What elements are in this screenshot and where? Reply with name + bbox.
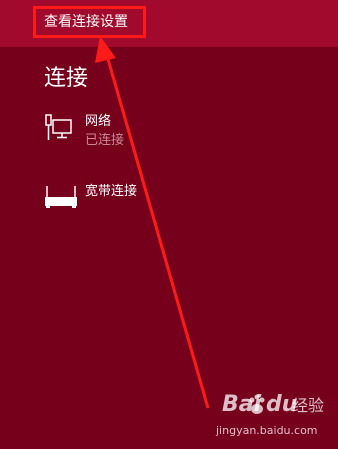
watermark-product: 经验	[292, 396, 325, 415]
watermark-url: jingyan.baidu.com	[216, 424, 318, 437]
connection-item-broadband[interactable]: 宽带连接	[44, 184, 164, 212]
paw-icon	[249, 394, 265, 414]
connection-name-network: 网络	[85, 114, 112, 129]
broadband-router-icon	[45, 186, 77, 208]
network-computer-icon	[45, 114, 72, 140]
connection-status-network: 已连接	[85, 133, 125, 148]
baidu-jingyan-watermark: Bai du 经验 jingyan.baidu.com	[216, 392, 334, 442]
highlight-box	[33, 6, 146, 38]
page-title: 连接	[44, 66, 89, 91]
connection-item-network[interactable]: 网络 已连接	[44, 114, 164, 154]
connection-name-broadband: 宽带连接	[85, 184, 138, 199]
